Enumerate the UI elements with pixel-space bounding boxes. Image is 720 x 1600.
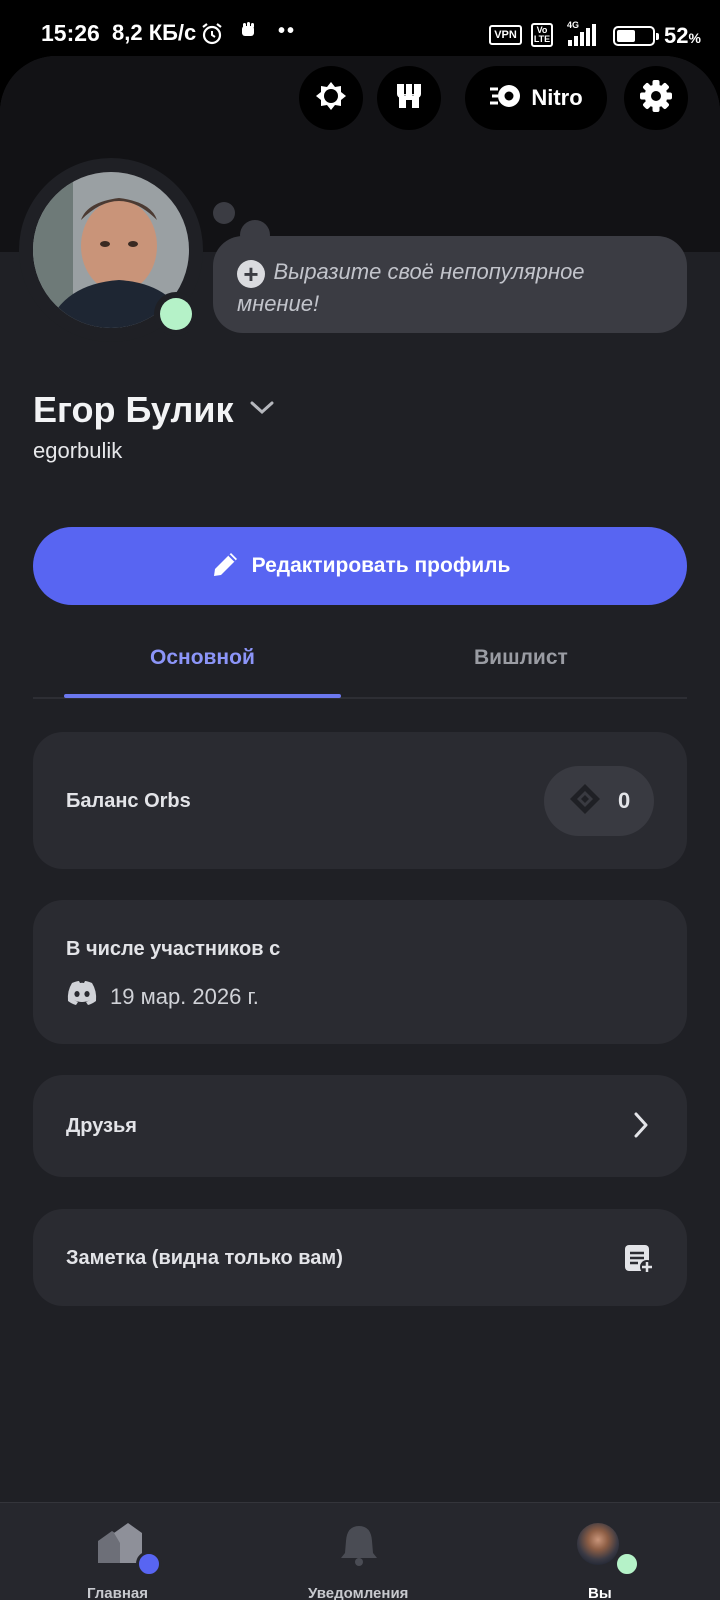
friends-row[interactable]: Друзья — [33, 1075, 687, 1177]
tab-wishlist[interactable]: Вишлист — [474, 646, 568, 670]
settings-button[interactable] — [624, 66, 688, 130]
vpn-icon: VPN — [489, 25, 522, 45]
pencil-icon — [210, 548, 242, 585]
online-status-indicator — [160, 298, 192, 330]
member-since-date: 19 мар. 2026 г. — [110, 984, 259, 1009]
add-icon: + — [237, 260, 265, 288]
bell-icon — [339, 1523, 379, 1572]
nav-notifications[interactable]: Уведомления — [300, 1503, 420, 1600]
bottom-navigation: Главная Уведомления Вы — [0, 1502, 720, 1600]
volte-icon: Vo LTE — [531, 23, 553, 47]
signal-icon — [568, 24, 602, 51]
status-bar: 15:26 8,2 КБ/с •• VPN Vo LTE 4G 52% — [0, 0, 720, 60]
nav-you-label: Вы — [588, 1585, 612, 1600]
nav-notifications-label: Уведомления — [308, 1585, 409, 1600]
orbs-balance-value: 0 — [618, 788, 631, 813]
quests-button[interactable] — [299, 66, 363, 130]
custom-status-placeholder: Выразите своё непопулярное мнение! — [237, 259, 585, 316]
note-label: Заметка (видна только вам) — [66, 1247, 343, 1269]
orbs-balance-card: Баланс Orbs 0 — [33, 732, 687, 869]
thought-dot — [213, 202, 235, 224]
avatar — [577, 1523, 619, 1565]
profile-screen: Nitro + Выразите своё непопулярное мнени… — [0, 56, 720, 1600]
nav-home[interactable]: Главная — [60, 1503, 180, 1600]
nav-home-badge — [136, 1551, 162, 1577]
display-name: Егор Булик — [33, 389, 234, 430]
battery-percent: 52% — [664, 23, 701, 48]
add-note-icon — [623, 1243, 655, 1280]
tab-active-indicator — [64, 694, 341, 698]
tab-main[interactable]: Основной — [150, 646, 255, 670]
shop-button[interactable] — [377, 66, 441, 130]
status-time: 15:26 — [41, 20, 100, 46]
nav-home-label: Главная — [87, 1585, 149, 1600]
member-since-card: В числе участников с 19 мар. 2026 г. — [33, 900, 687, 1044]
member-since-label: В числе участников с — [66, 938, 281, 960]
orb-icon — [568, 782, 602, 821]
settings-icon — [639, 79, 673, 118]
more-notifications-indicator: •• — [278, 20, 297, 42]
note-row[interactable]: Заметка (видна только вам) — [33, 1209, 687, 1306]
edit-profile-label: Редактировать профиль — [251, 554, 511, 577]
custom-status-bubble[interactable]: + Выразите своё непопулярное мнение! — [213, 236, 687, 333]
chevron-down-icon[interactable] — [248, 397, 276, 422]
battery-icon — [613, 26, 659, 46]
nitro-label: Nitro — [531, 85, 583, 110]
nitro-button[interactable]: Nitro — [465, 66, 607, 130]
orbs-balance-pill[interactable]: 0 — [544, 766, 654, 836]
battery-level — [617, 30, 635, 42]
nitro-icon — [489, 83, 523, 114]
chevron-right-icon — [633, 1111, 649, 1144]
online-status-indicator — [614, 1551, 640, 1577]
status-network-speed: 8,2 КБ/с — [112, 20, 197, 45]
quests-icon — [314, 79, 348, 118]
username: egorbulik — [33, 438, 123, 463]
friends-label: Друзья — [66, 1115, 137, 1137]
alarm-icon — [200, 22, 224, 51]
shop-icon — [393, 80, 425, 117]
edit-profile-button[interactable]: Редактировать профиль — [33, 527, 687, 605]
app-notification-icon — [240, 22, 256, 45]
discord-icon — [66, 980, 98, 1011]
orbs-balance-label: Баланс Orbs — [66, 790, 191, 812]
